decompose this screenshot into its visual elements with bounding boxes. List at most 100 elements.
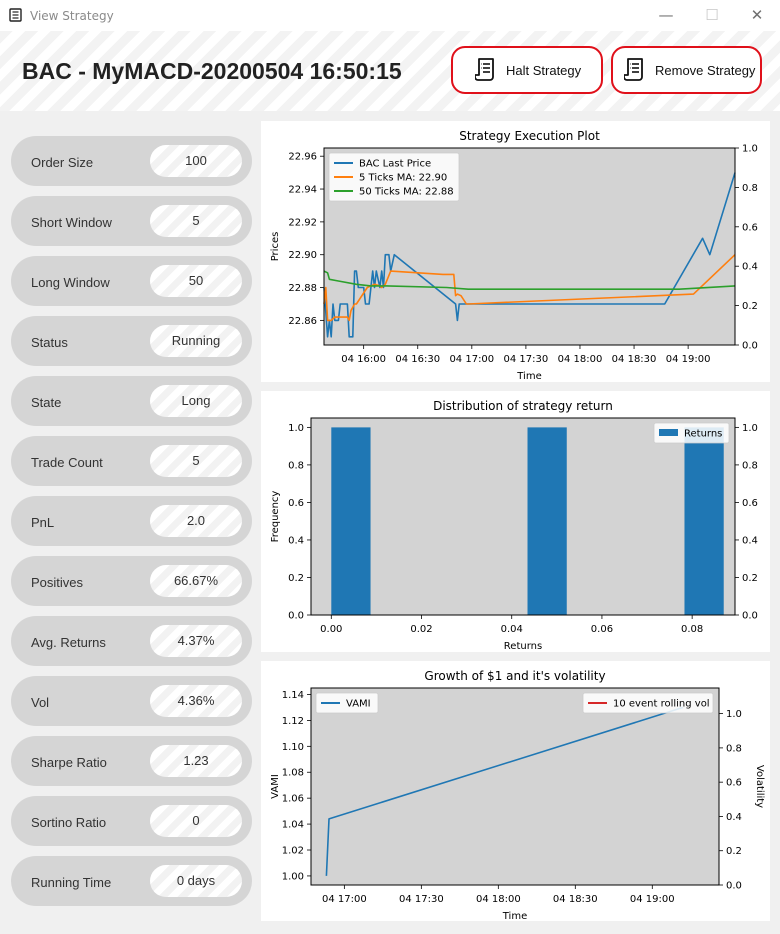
- stat-value: 4.37%: [150, 625, 242, 657]
- stat-label: Short Window: [31, 215, 112, 230]
- legend-label: 50 Ticks MA: 22.88: [359, 187, 454, 198]
- y-tick-label: 1.06: [282, 794, 304, 805]
- y2-tick-label: 0.6: [726, 778, 742, 789]
- stat-label: PnL: [31, 515, 55, 530]
- y2-tick-label: 0.2: [742, 301, 758, 312]
- stat-label: Avg. Returns: [31, 635, 106, 650]
- x-tick-label: 0.02: [410, 624, 432, 635]
- histogram-bar: [684, 427, 724, 615]
- stat-label: Positives: [31, 575, 84, 590]
- stat-value: 5: [150, 205, 242, 237]
- legend-label: 10 event rolling vol: [613, 699, 710, 710]
- y-axis-label: VAMI: [270, 774, 281, 799]
- y2-tick-label: 0.4: [742, 262, 758, 273]
- y-tick-label: 1.00: [282, 871, 304, 882]
- chart-title: Strategy Execution Plot: [459, 129, 600, 143]
- y2-tick-label: 0.8: [742, 183, 758, 194]
- y-tick-label: 0.6: [288, 498, 304, 509]
- stat-status: Status Running: [11, 316, 252, 366]
- y2-tick-label: 0.8: [726, 743, 742, 754]
- y2-tick-label: 1.0: [742, 423, 758, 434]
- histogram-bar: [527, 427, 567, 615]
- window-title: View Strategy: [30, 9, 114, 23]
- x-axis-label: Returns: [504, 641, 542, 652]
- x-tick-label: 04 17:00: [449, 354, 494, 365]
- halt-strategy-button[interactable]: Halt Strategy: [451, 46, 603, 94]
- y-tick-label: 1.14: [282, 690, 304, 701]
- strategy-title: BAC - MyMACD-20200504 16:50:15: [22, 58, 402, 84]
- y2-tick-label: 0.6: [742, 498, 758, 509]
- y2-tick-label: 0.2: [726, 846, 742, 857]
- y-tick-label: 1.12: [282, 716, 304, 727]
- histogram-bar: [331, 427, 371, 615]
- legend-swatch: [659, 429, 678, 436]
- x-tick-label: 0.08: [681, 624, 703, 635]
- execution-plot-chart: Strategy Execution Plot 22.86 22.88 22.90 22…: [270, 129, 758, 382]
- y-tick-label: 1.0: [288, 423, 304, 434]
- stat-label: Vol: [31, 695, 50, 710]
- stats-panel: Order Size 100 Short Window 5 Long Windo…: [0, 116, 258, 934]
- document-icon: [475, 58, 494, 81]
- stat-value: 1.23: [150, 745, 242, 777]
- stat-label: Sharpe Ratio: [31, 755, 107, 770]
- x-tick-label: 04 16:00: [341, 354, 386, 365]
- x-tick-label: 04 18:00: [476, 894, 521, 905]
- stat-label: Trade Count: [31, 455, 103, 470]
- legend-label: Returns: [684, 429, 722, 440]
- stat-sortino-ratio: Sortino Ratio 0: [11, 796, 252, 846]
- minimize-button[interactable]: —: [643, 0, 689, 31]
- y2-tick-label: 0.6: [742, 222, 758, 233]
- y-axis-label: Frequency: [270, 491, 281, 543]
- y2-tick-label: 0.0: [742, 611, 758, 622]
- stat-label: Long Window: [31, 275, 110, 290]
- stat-pnl: PnL 2.0: [11, 496, 252, 546]
- stat-avg-returns: Avg. Returns 4.37%: [11, 616, 252, 666]
- y-tick-label: 22.86: [288, 316, 317, 327]
- stat-label: Order Size: [31, 155, 94, 170]
- x-axis-label: Time: [502, 911, 527, 921]
- y-tick-label: 22.90: [288, 250, 317, 261]
- y-tick-label: 22.92: [288, 217, 317, 228]
- stat-long-window: Long Window 50: [11, 256, 252, 306]
- y-tick-label: 22.94: [288, 185, 317, 196]
- stat-order-size: Order Size 100: [11, 136, 252, 186]
- x-tick-label: 04 18:30: [612, 354, 657, 365]
- y2-axis-label: Volatility: [754, 765, 765, 808]
- maximize-button[interactable]: ☐: [689, 0, 735, 31]
- x-tick-label: 04 16:30: [395, 354, 440, 365]
- y-tick-label: 22.96: [288, 152, 317, 163]
- remove-strategy-label: Remove Strategy: [655, 62, 756, 78]
- y-tick-label: 0.8: [288, 460, 304, 471]
- stat-label: Sortino Ratio: [31, 815, 107, 830]
- close-button[interactable]: ✕: [734, 0, 780, 31]
- stat-value: Long: [150, 385, 242, 417]
- y-tick-label: 1.04: [282, 820, 304, 831]
- y-tick-label: 0.0: [288, 611, 304, 622]
- stat-value: Running: [150, 325, 242, 357]
- stat-state: State Long: [11, 376, 252, 426]
- stat-value: 66.67%: [150, 565, 242, 597]
- y-tick-label: 0.2: [288, 573, 304, 584]
- x-tick-label: 04 17:30: [504, 354, 549, 365]
- y2-tick-label: 0.4: [742, 535, 758, 546]
- stat-trade-count: Trade Count 5: [11, 436, 252, 486]
- x-tick-label: 04 19:00: [630, 894, 675, 905]
- x-tick-label: 04 18:00: [558, 354, 603, 365]
- stat-value: 0: [150, 805, 242, 837]
- halt-strategy-label: Halt Strategy: [506, 62, 582, 78]
- returns-distribution-chart: Distribution of strategy return 0.0 0.2 0.4…: [270, 399, 758, 652]
- stat-value: 2.0: [150, 505, 242, 537]
- stat-value: 5: [150, 445, 242, 477]
- y2-tick-label: 0.0: [742, 341, 758, 352]
- execution-plot-panel: Strategy Execution Plot 22.86 22.88 22.90 22…: [261, 121, 770, 382]
- remove-strategy-button[interactable]: Remove Strategy: [611, 46, 762, 94]
- x-tick-label: 0.06: [591, 624, 613, 635]
- legend-label: VAMI: [346, 699, 371, 710]
- stat-short-window: Short Window 5: [11, 196, 252, 246]
- x-tick-label: 04 18:30: [553, 894, 598, 905]
- title-bar: View Strategy — ☐ ✕: [0, 0, 780, 31]
- y-tick-label: 0.4: [288, 535, 304, 546]
- y2-tick-label: 0.0: [726, 881, 742, 892]
- y-tick-label: 22.88: [288, 283, 317, 294]
- y-tick-label: 1.08: [282, 768, 304, 779]
